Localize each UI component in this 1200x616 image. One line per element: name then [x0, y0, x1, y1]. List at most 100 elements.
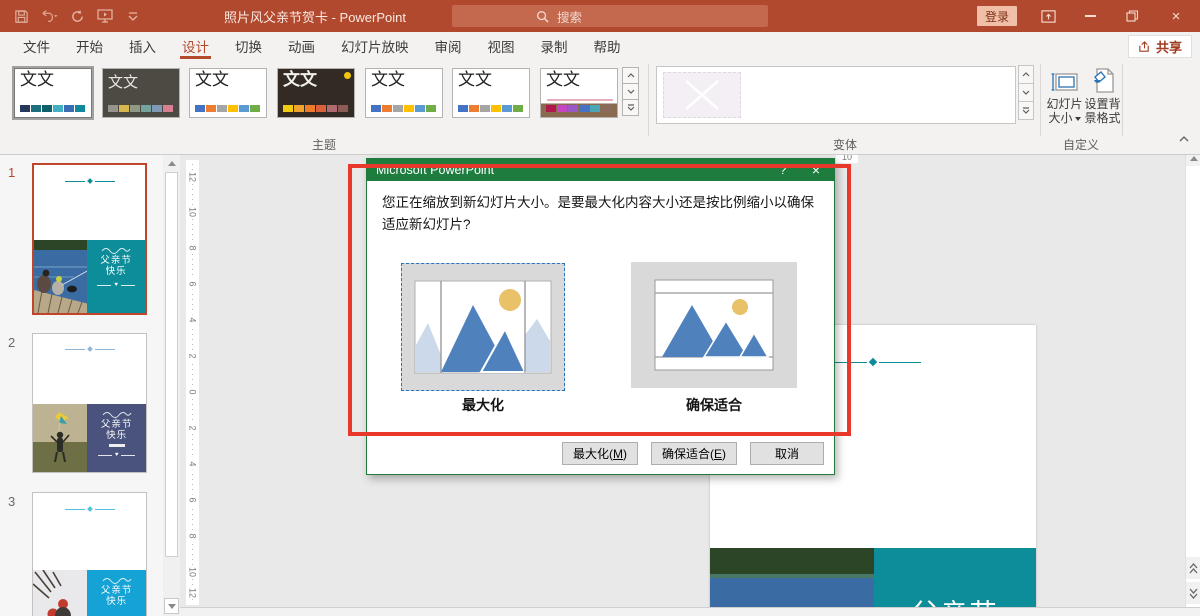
search-placeholder: 搜索	[557, 7, 582, 26]
maximize-button[interactable]: 最大化(M)	[562, 442, 638, 465]
gallery-scroll-down-button[interactable]	[622, 83, 639, 100]
panel-scrollbar[interactable]	[163, 155, 180, 616]
slide-1-title-block: 父亲节 快乐 ♥	[87, 240, 145, 313]
slide-photo	[710, 548, 874, 616]
theme-6[interactable]: 文文	[452, 68, 530, 118]
date-placeholder	[109, 444, 125, 447]
tab-transitions[interactable]: 切换	[222, 32, 275, 60]
start-slideshow-icon[interactable]	[96, 7, 114, 25]
save-icon[interactable]	[12, 7, 30, 25]
customize-qat-chevron-icon[interactable]	[124, 7, 142, 25]
format-background-button[interactable]: 设置背 景格式	[1084, 64, 1121, 142]
share-button[interactable]: 共享	[1128, 35, 1192, 58]
tab-insert[interactable]: 插入	[116, 32, 169, 60]
restore-button[interactable]	[1114, 0, 1150, 32]
dialog-message: 您正在缩放到新幻灯片大小。是要最大化内容大小还是按比例缩小以确保适应新幻灯片?	[367, 181, 834, 235]
slide-3-photo	[33, 570, 87, 616]
undo-icon[interactable]	[40, 7, 58, 25]
variants-scroll-up-button[interactable]	[1018, 65, 1034, 84]
slide-3-title-block: 父亲节 快乐	[87, 570, 146, 616]
slide-2-title-block: 父亲节 快乐 ♥	[87, 404, 146, 472]
maximize-caption: 最大化	[401, 395, 565, 415]
dialog-close-button[interactable]: ×	[798, 162, 834, 178]
next-slide-button[interactable]	[1186, 582, 1200, 604]
heart-icon: ♥	[114, 282, 118, 288]
dialog-buttons: 最大化(M) 确保适合(E) 取消	[562, 442, 824, 465]
variant-thumb[interactable]	[663, 72, 741, 118]
tab-slideshow[interactable]: 幻灯片放映	[328, 32, 422, 60]
redo-icon[interactable]	[68, 7, 86, 25]
status-bar	[180, 607, 1200, 616]
variants-more-button[interactable]	[1018, 101, 1034, 120]
slide-thumbnail-panel: 1 父亲节 快乐	[0, 155, 163, 616]
theme-1-swatches	[20, 105, 85, 112]
tab-review[interactable]: 审阅	[422, 32, 475, 60]
theme-5[interactable]: 文文	[365, 68, 443, 118]
slide-3-deco	[33, 507, 146, 511]
gallery-more-button[interactable]	[622, 99, 639, 116]
tab-help[interactable]: 帮助	[581, 32, 634, 60]
slide-2-deco	[33, 347, 146, 351]
dialog-help-button[interactable]: ?	[768, 163, 798, 177]
theme-gallery-scroll	[622, 68, 639, 116]
tab-file[interactable]: 文件	[10, 32, 63, 60]
slide-2-number: 2	[8, 335, 15, 350]
theme-7-swatches	[546, 105, 611, 112]
theme-7[interactable]: 文文	[540, 68, 618, 118]
ribbon-tab-row: 文件 开始 插入 设计 切换 动画 幻灯片放映 审阅 视图 录制 帮助 共享	[0, 32, 1200, 60]
tab-animations[interactable]: 动画	[275, 32, 328, 60]
ensure-fit-option-tile[interactable]	[631, 262, 797, 388]
panel-scrollbar-thumb[interactable]	[165, 172, 178, 557]
slide-2-thumbnail[interactable]: 父亲节 快乐 ♥	[32, 333, 147, 473]
customize-group-label: 自定义	[1040, 136, 1122, 153]
theme-1[interactable]: 文文	[14, 68, 92, 118]
theme-6-swatches	[458, 105, 523, 112]
tab-record[interactable]: 录制	[528, 32, 581, 60]
group-divider	[648, 64, 649, 136]
variants-group-label: 变体	[656, 136, 1034, 153]
slide-size-icon	[1051, 64, 1079, 94]
slide-title-block: 父亲节 快乐 ♥	[874, 548, 1036, 616]
theme-5-swatches	[371, 105, 436, 112]
tab-design[interactable]: 设计	[169, 32, 222, 60]
canvas-scrollbar[interactable]	[1185, 150, 1200, 607]
minimize-button[interactable]	[1072, 0, 1108, 32]
sign-in-button[interactable]: 登录	[977, 6, 1017, 26]
panel-scroll-up-icon[interactable]	[164, 155, 179, 171]
share-icon	[1138, 40, 1151, 53]
cancel-button[interactable]: 取消	[750, 442, 824, 465]
maximize-option-tile[interactable]	[401, 263, 565, 391]
group-divider	[1122, 64, 1123, 136]
group-divider	[1040, 64, 1041, 136]
scale-dialog: Microsoft PowerPoint ? × 您正在缩放到新幻灯片大小。是要…	[366, 158, 835, 475]
quick-access-toolbar	[12, 0, 142, 32]
slide-1-deco	[34, 179, 145, 183]
close-button[interactable]: ×	[1156, 0, 1196, 32]
theme-2[interactable]: 文文	[102, 68, 180, 118]
vertical-ruler: 12 10 8 6 4 2 0 2 4 6 8 10 12	[186, 160, 199, 605]
slide-1-thumbnail[interactable]: 父亲节 快乐 ♥	[32, 163, 147, 315]
dialog-title: Microsoft PowerPoint	[376, 163, 768, 177]
variants-scroll-down-button[interactable]	[1018, 83, 1034, 102]
collapse-ribbon-button[interactable]	[1176, 132, 1192, 146]
previous-slide-button[interactable]	[1186, 557, 1200, 579]
tab-view[interactable]: 视图	[475, 32, 528, 60]
panel-scroll-down-button[interactable]	[164, 598, 179, 614]
theme-4[interactable]: 文文	[277, 68, 355, 118]
format-background-icon	[1091, 64, 1115, 94]
slide-2-photo	[33, 404, 87, 472]
theme-3[interactable]: 文文	[189, 68, 267, 118]
slide-3-number: 3	[8, 494, 15, 509]
variants-gallery	[656, 66, 1016, 124]
search-icon	[536, 10, 549, 23]
variants-scroll	[1018, 66, 1034, 120]
ensure-fit-button[interactable]: 确保适合(E)	[651, 442, 737, 465]
slide-3-thumbnail[interactable]: 父亲节 快乐	[32, 492, 147, 616]
slide-size-button[interactable]: 幻灯片 大小	[1046, 64, 1083, 142]
gallery-scroll-up-button[interactable]	[622, 67, 639, 84]
search-input[interactable]: 搜索	[452, 5, 768, 27]
tab-home[interactable]: 开始	[63, 32, 116, 60]
themes-group-label: 主题	[0, 136, 648, 153]
ribbon-display-options-button[interactable]	[1032, 0, 1064, 32]
ribbon-design: 文文 文文 文文 文文 文文 文文 文文	[0, 60, 1200, 155]
